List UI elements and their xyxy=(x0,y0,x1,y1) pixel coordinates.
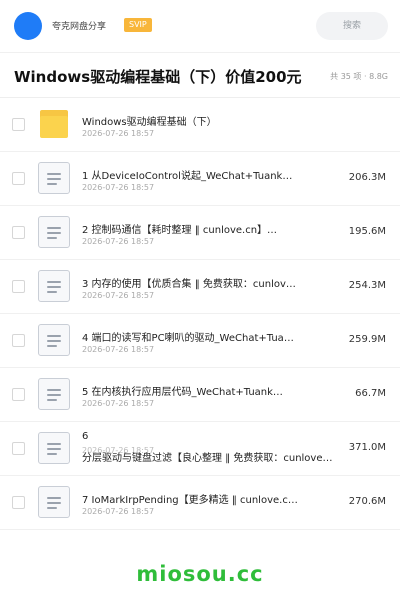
file-list: Windows驱动编程基础（下） 2026-07-26 18:57 1 从Dev… xyxy=(0,98,400,530)
document-icon xyxy=(38,216,70,248)
item-checkbox[interactable] xyxy=(12,496,25,509)
item-date: 2026-07-26 18:57 xyxy=(82,129,155,138)
item-size: 195.6M xyxy=(348,226,386,237)
list-item-folder[interactable]: Windows驱动编程基础（下） 2026-07-26 18:57 xyxy=(0,98,400,152)
item-size: 270.6M xyxy=(348,496,386,507)
item-size: 371.0M xyxy=(348,442,386,453)
avatar[interactable] xyxy=(14,12,42,40)
page-title: Windows驱动编程基础（下）价值200元 xyxy=(14,68,302,86)
item-checkbox[interactable] xyxy=(12,334,25,347)
item-size: 206.3M xyxy=(348,172,386,183)
item-name-number: 6 xyxy=(82,431,89,442)
document-icon xyxy=(38,324,70,356)
site-watermark: miosou.cc xyxy=(136,562,264,586)
item-size: 66.7M xyxy=(355,388,386,399)
item-name: 5 在内核执行应用层代码_WeChat+Tuank… xyxy=(82,387,283,398)
item-checkbox[interactable] xyxy=(12,388,25,401)
item-name: 分层驱动与键盘过滤【良心整理 ‖ 免费获取：cunlove.cn】… xyxy=(82,453,334,464)
list-item[interactable]: 7 IoMarkIrpPending【更多精选 ‖ cunlove.cn】… 2… xyxy=(0,476,400,530)
list-item[interactable]: 5 在内核执行应用层代码_WeChat+Tuank… 2026-07-26 18… xyxy=(0,368,400,422)
item-name: 2 控制码通信【耗时整理 ‖ cunlove.cn】… xyxy=(82,225,278,236)
app-header: 夸克网盘分享 SVIP 搜索 xyxy=(0,0,400,52)
svip-badge: SVIP xyxy=(124,18,152,32)
item-name: 3 内存的使用【优质合集 ‖ 免费获取：cunlove.cn】… xyxy=(82,279,300,290)
list-item[interactable]: 1 从DeviceIoControl说起_WeChat+Tuank… 2026-… xyxy=(0,152,400,206)
item-checkbox[interactable] xyxy=(12,442,25,455)
item-name: 4 端口的读写和PC喇叭的驱动_WeChat+Tuank… xyxy=(82,333,300,344)
item-size: 259.9M xyxy=(348,334,386,345)
brand-name: 夸克网盘分享 xyxy=(52,22,107,32)
item-name: 7 IoMarkIrpPending【更多精选 ‖ cunlove.cn】… xyxy=(82,495,300,506)
document-icon xyxy=(38,432,70,464)
search-button[interactable]: 搜索 xyxy=(316,12,388,40)
item-date: 2026-07-26 18:57 xyxy=(82,183,155,192)
item-checkbox[interactable] xyxy=(12,280,25,293)
item-date: 2026-07-26 18:57 xyxy=(82,399,155,408)
list-item[interactable]: 3 内存的使用【优质合集 ‖ 免费获取：cunlove.cn】… 2026-07… xyxy=(0,260,400,314)
folder-icon xyxy=(38,108,70,140)
folder-title-bar: Windows驱动编程基础（下）价值200元 共 35 项 · 8.8G xyxy=(0,52,400,98)
list-item[interactable]: 6 2026-07-26 18:57 分层驱动与键盘过滤【良心整理 ‖ 免费获取… xyxy=(0,422,400,476)
item-name: 1 从DeviceIoControl说起_WeChat+Tuank… xyxy=(82,171,293,182)
item-checkbox[interactable] xyxy=(12,226,25,239)
folder-meta: 共 35 项 · 8.8G xyxy=(330,72,388,81)
document-icon xyxy=(38,270,70,302)
document-icon xyxy=(38,486,70,518)
item-checkbox[interactable] xyxy=(12,118,25,131)
item-date: 2026-07-26 18:57 xyxy=(82,507,155,516)
item-date: 2026-07-26 18:57 xyxy=(82,291,155,300)
item-name: Windows驱动编程基础（下） xyxy=(82,117,217,128)
document-icon xyxy=(38,378,70,410)
item-date: 2026-07-26 18:57 xyxy=(82,345,155,354)
item-size: 254.3M xyxy=(348,280,386,291)
document-icon xyxy=(38,162,70,194)
item-date: 2026-07-26 18:57 xyxy=(82,237,155,246)
item-checkbox[interactable] xyxy=(12,172,25,185)
list-item[interactable]: 4 端口的读写和PC喇叭的驱动_WeChat+Tuank… 2026-07-26… xyxy=(0,314,400,368)
list-item[interactable]: 2 控制码通信【耗时整理 ‖ cunlove.cn】… 2026-07-26 1… xyxy=(0,206,400,260)
